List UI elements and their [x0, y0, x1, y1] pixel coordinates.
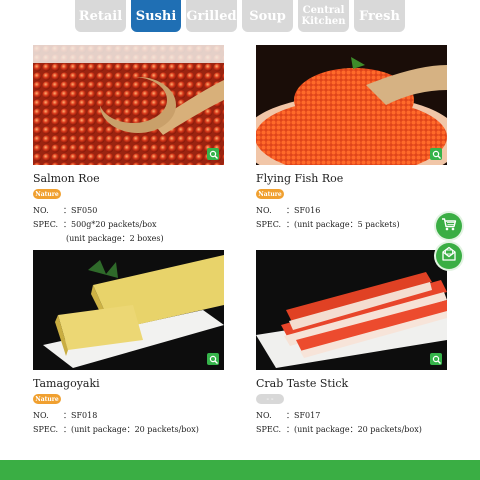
tab-retail[interactable]: Retail — [75, 0, 126, 32]
product-no-row: NO. ：SF017 — [256, 410, 320, 421]
zoom-in-icon[interactable] — [430, 353, 442, 365]
product-no-row: NO. ：SF050 — [33, 205, 97, 216]
empty-badge: - - — [256, 394, 284, 404]
product-name[interactable]: Salmon Roe — [33, 172, 100, 185]
product-card-salmon-roe[interactable]: Salmon Roe Nature NO. ：SF050 SPEC. ：500g*2… — [33, 45, 225, 243]
tab-central-kitchen[interactable]: Central Kitchen — [298, 0, 349, 32]
spec-value: (unit package：20 packets/box) — [71, 425, 199, 434]
zoom-in-icon[interactable] — [430, 148, 442, 160]
nature-badge: Nature — [256, 189, 284, 199]
spec-value: (unit package：20 packets/box) — [294, 425, 422, 434]
product-card-crab-taste-stick[interactable]: Crab Taste Stick - - NO. ：SF017 SPEC. ：(un… — [256, 250, 448, 434]
spec-separator: ： — [63, 425, 71, 434]
no-label: NO. — [256, 206, 272, 215]
product-image-crab-taste-stick[interactable] — [256, 250, 447, 370]
cart-button[interactable] — [436, 213, 462, 239]
category-tabs: Retail Sushi Grilled Soup Central Kitche… — [75, 0, 410, 32]
nature-badge: Nature — [33, 394, 61, 404]
spec-separator: ： — [63, 220, 71, 229]
product-name[interactable]: Flying Fish Roe — [256, 172, 343, 185]
product-spec-row: SPEC. ：500g*20 packets/box — [33, 219, 157, 230]
zoom-in-icon[interactable] — [207, 353, 219, 365]
mail-icon — [441, 246, 457, 266]
product-spec-row: SPEC. ：(unit package：5 packets) — [256, 219, 400, 230]
product-image-salmon-roe[interactable] — [33, 45, 224, 165]
no-separator: ： — [286, 411, 294, 420]
spec-separator: ： — [286, 425, 294, 434]
spec-label: SPEC. — [33, 425, 59, 434]
spec-value: 500g*20 packets/box — [71, 220, 157, 229]
zoom-in-icon[interactable] — [207, 148, 219, 160]
tab-sushi[interactable]: Sushi — [131, 0, 181, 32]
spec-label: SPEC. — [33, 220, 59, 229]
product-spec-row: SPEC. ：(unit package：20 packets/box) — [33, 424, 199, 435]
no-separator: ： — [63, 206, 71, 215]
spec-label: SPEC. — [256, 425, 282, 434]
product-image-flying-fish-roe[interactable] — [256, 45, 447, 165]
product-no-row: NO. ：SF016 — [256, 205, 320, 216]
footer-bar — [0, 460, 480, 480]
spec-separator: ： — [286, 220, 294, 229]
product-name[interactable]: Crab Taste Stick — [256, 377, 348, 390]
product-card-flying-fish-roe[interactable]: Flying Fish Roe Nature NO. ：SF016 SPEC. ：(… — [256, 45, 448, 229]
spec-label: SPEC. — [256, 220, 282, 229]
product-spec-extra: (unit package：2 boxes) — [66, 234, 164, 243]
no-value: SF017 — [294, 411, 321, 420]
product-card-tamagoyaki[interactable]: Tamagoyaki Nature NO. ：SF018 SPEC. ：(unit … — [33, 250, 225, 434]
product-name[interactable]: Tamagoyaki — [33, 377, 100, 390]
no-separator: ： — [286, 206, 294, 215]
no-value: SF016 — [294, 206, 321, 215]
product-spec-row: SPEC. ：(unit package：20 packets/box) — [256, 424, 422, 435]
nature-badge: Nature — [33, 189, 61, 199]
spec-value: (unit package：5 packets) — [294, 220, 400, 229]
tab-grilled[interactable]: Grilled — [186, 0, 237, 32]
tab-soup[interactable]: Soup — [242, 0, 293, 32]
tab-fresh[interactable]: Fresh — [354, 0, 405, 32]
no-label: NO. — [33, 411, 49, 420]
no-label: NO. — [256, 411, 272, 420]
no-separator: ： — [63, 411, 71, 420]
product-image-tamagoyaki[interactable] — [33, 250, 224, 370]
mail-button[interactable] — [436, 243, 462, 269]
product-no-row: NO. ：SF018 — [33, 410, 97, 421]
no-label: NO. — [33, 206, 49, 215]
no-value: SF018 — [71, 411, 98, 420]
cart-icon — [441, 216, 457, 236]
no-value: SF050 — [71, 206, 98, 215]
